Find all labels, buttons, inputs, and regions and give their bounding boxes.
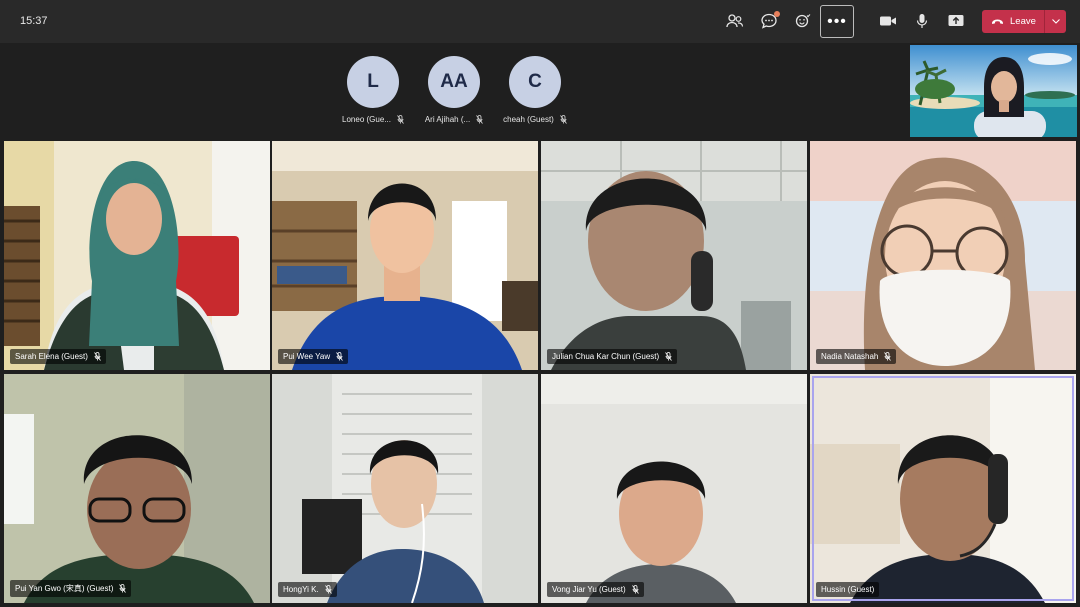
mic-off-icon bbox=[336, 352, 343, 361]
reactions-icon[interactable] bbox=[789, 8, 817, 34]
leave-main[interactable]: Leave bbox=[982, 10, 1044, 33]
chevron-down-icon[interactable] bbox=[1045, 10, 1066, 33]
participant-video bbox=[541, 374, 807, 603]
mic-off-icon bbox=[560, 115, 567, 124]
participant-nametag: Vong Jiar Yu (Guest) bbox=[547, 582, 644, 597]
participant-name: Nadia Natashah bbox=[821, 352, 879, 361]
avatar: L bbox=[347, 56, 399, 108]
avatar: C bbox=[509, 56, 561, 108]
participant-video bbox=[272, 374, 538, 603]
avatar-name: Ari Ajihah (... bbox=[424, 115, 471, 124]
avatar-name: cheah (Guest) bbox=[503, 115, 554, 124]
participant-name: Sarah Elena (Guest) bbox=[15, 352, 88, 361]
mic-off-icon bbox=[476, 115, 483, 124]
participant-nametag: HongYi K. bbox=[278, 582, 337, 597]
people-icon[interactable] bbox=[721, 8, 749, 34]
participant-nametag: Julian Chua Kar Chun (Guest) bbox=[547, 349, 678, 364]
video-tile[interactable]: Vong Jiar Yu (Guest) bbox=[541, 374, 807, 603]
participant-video bbox=[4, 374, 270, 603]
participant-name: Pui Wee Yaw bbox=[283, 352, 331, 361]
participant-name: Hussin (Guest) bbox=[821, 585, 875, 594]
mic-off-icon bbox=[397, 115, 404, 124]
avatar-name: Loneo (Gue... bbox=[342, 115, 391, 124]
participant-name: Pui Yan Gwo (宋真) (Guest) bbox=[15, 584, 114, 593]
share-icon[interactable] bbox=[942, 8, 970, 34]
participant-name: HongYi K. bbox=[283, 585, 319, 594]
more-icon: ••• bbox=[827, 12, 847, 30]
participant-nametag: Pui Yan Gwo (宋真) (Guest) bbox=[10, 580, 132, 597]
mic-off-icon bbox=[119, 584, 127, 593]
leave-button[interactable]: Leave bbox=[982, 10, 1066, 33]
participant-name: Julian Chua Kar Chun (Guest) bbox=[552, 352, 660, 361]
participant-avatar-loneo[interactable]: L Loneo (Gue... bbox=[338, 56, 408, 124]
meeting-timer: 15:37 bbox=[20, 15, 48, 27]
participant-nametag: Nadia Natashah bbox=[816, 349, 897, 364]
video-tile[interactable]: Nadia Natashah bbox=[810, 141, 1076, 370]
avatar-name-row: Loneo (Gue... bbox=[338, 115, 408, 124]
participant-video bbox=[4, 141, 270, 370]
video-tile[interactable]: Sarah Elena (Guest) bbox=[4, 141, 270, 370]
mic-off-icon bbox=[884, 352, 892, 361]
video-tile[interactable]: HongYi K. bbox=[272, 374, 538, 603]
meeting-toolbar: 15:37 ••• Leave bbox=[0, 0, 1080, 43]
more-options-button[interactable]: ••• bbox=[820, 5, 854, 38]
mic-off-icon bbox=[665, 352, 672, 361]
phone-icon bbox=[992, 19, 1003, 24]
participant-video bbox=[272, 141, 538, 370]
self-video-image bbox=[910, 45, 1077, 137]
participant-avatar-ari[interactable]: AA Ari Ajihah (... bbox=[419, 56, 489, 124]
avatar-name-row: Ari Ajihah (... bbox=[419, 115, 489, 124]
participant-nametag: Hussin (Guest) bbox=[816, 582, 880, 597]
mic-off-icon bbox=[324, 585, 332, 594]
video-tile[interactable]: Pui Wee Yaw bbox=[272, 141, 538, 370]
participant-video bbox=[810, 374, 1076, 603]
leave-label: Leave bbox=[1010, 16, 1036, 27]
mic-icon[interactable] bbox=[908, 8, 936, 34]
participant-video bbox=[810, 141, 1076, 370]
self-video-preview[interactable] bbox=[910, 45, 1077, 137]
chat-icon[interactable] bbox=[755, 8, 783, 34]
avatar: AA bbox=[428, 56, 480, 108]
mic-off-icon bbox=[94, 352, 101, 361]
participant-nametag: Sarah Elena (Guest) bbox=[10, 349, 106, 364]
participant-avatar-cheah[interactable]: C cheah (Guest) bbox=[500, 56, 570, 124]
video-tile[interactable]: Pui Yan Gwo (宋真) (Guest) bbox=[4, 374, 270, 603]
camera-icon[interactable] bbox=[874, 8, 902, 34]
unread-badge bbox=[774, 11, 780, 17]
video-tile[interactable]: Julian Chua Kar Chun (Guest) bbox=[541, 141, 807, 370]
participant-name: Vong Jiar Yu (Guest) bbox=[552, 585, 626, 594]
participant-nametag: Pui Wee Yaw bbox=[278, 349, 349, 364]
mic-off-icon bbox=[631, 585, 639, 594]
video-tile-active-speaker[interactable]: Hussin (Guest) bbox=[810, 374, 1076, 603]
participant-video bbox=[541, 141, 807, 370]
avatar-name-row: cheah (Guest) bbox=[500, 115, 570, 124]
